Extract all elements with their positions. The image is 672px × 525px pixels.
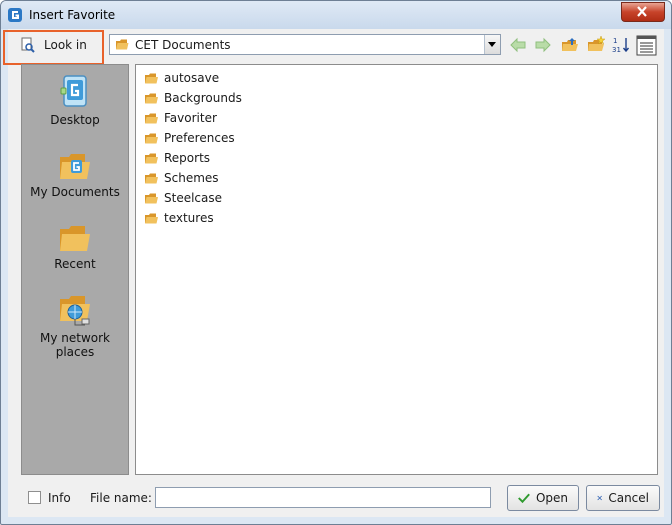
close-button[interactable] [621, 2, 665, 22]
folder-icon [145, 93, 158, 103]
folder-item[interactable]: Schemes [144, 168, 219, 188]
folder-icon [145, 113, 158, 123]
place-label: My network places [39, 331, 110, 359]
svg-text:1: 1 [613, 37, 617, 45]
place-desktop[interactable]: Desktop [22, 73, 128, 127]
app-icon [8, 8, 22, 22]
cancel-button[interactable]: Cancel [586, 485, 660, 511]
folder-icon [145, 173, 158, 183]
file-name-label: File name: [90, 491, 152, 505]
network-places-icon [60, 296, 90, 326]
cancel-label: Cancel [608, 491, 649, 505]
folder-item[interactable]: Preferences [144, 128, 235, 148]
back-arrow-icon [510, 37, 526, 53]
up-folder-button[interactable] [560, 35, 580, 55]
new-folder-icon [588, 35, 606, 51]
place-label: My Documents [30, 185, 120, 199]
folder-name: textures [164, 211, 214, 225]
place-my-documents[interactable]: My Documents [22, 151, 128, 199]
back-button[interactable] [508, 35, 528, 55]
folder-name: Backgrounds [164, 91, 242, 105]
folder-item[interactable]: Backgrounds [144, 88, 242, 108]
info-checkbox[interactable] [28, 491, 41, 504]
insert-favorite-dialog: Insert Favorite Look in CET Documents 1 … [0, 0, 672, 525]
place-network[interactable]: My network places [22, 293, 128, 359]
folder-item[interactable]: autosave [144, 68, 219, 88]
look-in-value: CET Documents [135, 38, 231, 52]
place-label: Recent [54, 257, 96, 271]
toolbar: Look in CET Documents 1 31 [3, 29, 664, 65]
chevron-down-icon [488, 42, 496, 47]
sort-icon: 1 31 [612, 37, 630, 54]
folder-icon [116, 39, 129, 50]
folder-icon [145, 213, 158, 223]
recent-folder-icon [60, 226, 90, 251]
folder-icon [145, 133, 158, 143]
bottom-bar: Info File name: Open Cancel [8, 481, 664, 517]
folder-name: Reports [164, 151, 211, 165]
forward-arrow-icon [535, 37, 551, 53]
window-title: Insert Favorite [29, 8, 116, 22]
svg-text:31: 31 [612, 46, 621, 54]
folder-name: Steelcase [164, 191, 223, 205]
info-label: Info [48, 491, 71, 505]
folder-icon [145, 153, 158, 163]
up-folder-icon [562, 38, 578, 51]
look-in-icon [21, 37, 35, 53]
details-view-icon [636, 35, 657, 56]
folder-item[interactable]: Steelcase [144, 188, 222, 208]
cancel-x-icon [597, 495, 602, 501]
open-label: Open [535, 491, 568, 505]
look-in-text: Look in [44, 38, 87, 52]
folder-name: Schemes [164, 171, 219, 185]
place-recent[interactable]: Recent [22, 223, 128, 271]
folder-name: Preferences [164, 131, 235, 145]
dialog-body: Look in CET Documents 1 31 Desktop My Do… [3, 29, 664, 517]
checkmark-icon [518, 493, 530, 504]
close-icon [637, 6, 647, 17]
folder-item[interactable]: textures [144, 208, 214, 228]
look-in-dropdown[interactable]: CET Documents [109, 34, 501, 55]
places-bar: Desktop My Documents Recent My network p… [21, 64, 129, 475]
dropdown-arrow[interactable] [484, 35, 500, 54]
folder-icon [145, 193, 158, 203]
title-bar[interactable]: Insert Favorite [1, 1, 671, 29]
my-documents-icon [60, 154, 90, 179]
file-list[interactable]: autosave Backgrounds Favoriter Preferenc… [135, 64, 658, 475]
look-in-label: Look in [20, 34, 87, 56]
folder-item[interactable]: Reports [144, 148, 210, 168]
desktop-icon [60, 75, 87, 107]
open-button[interactable]: Open [507, 485, 579, 511]
sort-button[interactable]: 1 31 [611, 35, 631, 55]
file-name-input[interactable] [155, 487, 491, 508]
place-label: Desktop [50, 113, 100, 127]
folder-name: autosave [164, 71, 220, 85]
folder-icon [145, 73, 158, 83]
forward-button[interactable] [533, 35, 553, 55]
new-folder-button[interactable] [586, 35, 606, 55]
folder-name: Favoriter [164, 111, 217, 125]
view-menu-button[interactable] [636, 35, 657, 56]
folder-item[interactable]: Favoriter [144, 108, 217, 128]
